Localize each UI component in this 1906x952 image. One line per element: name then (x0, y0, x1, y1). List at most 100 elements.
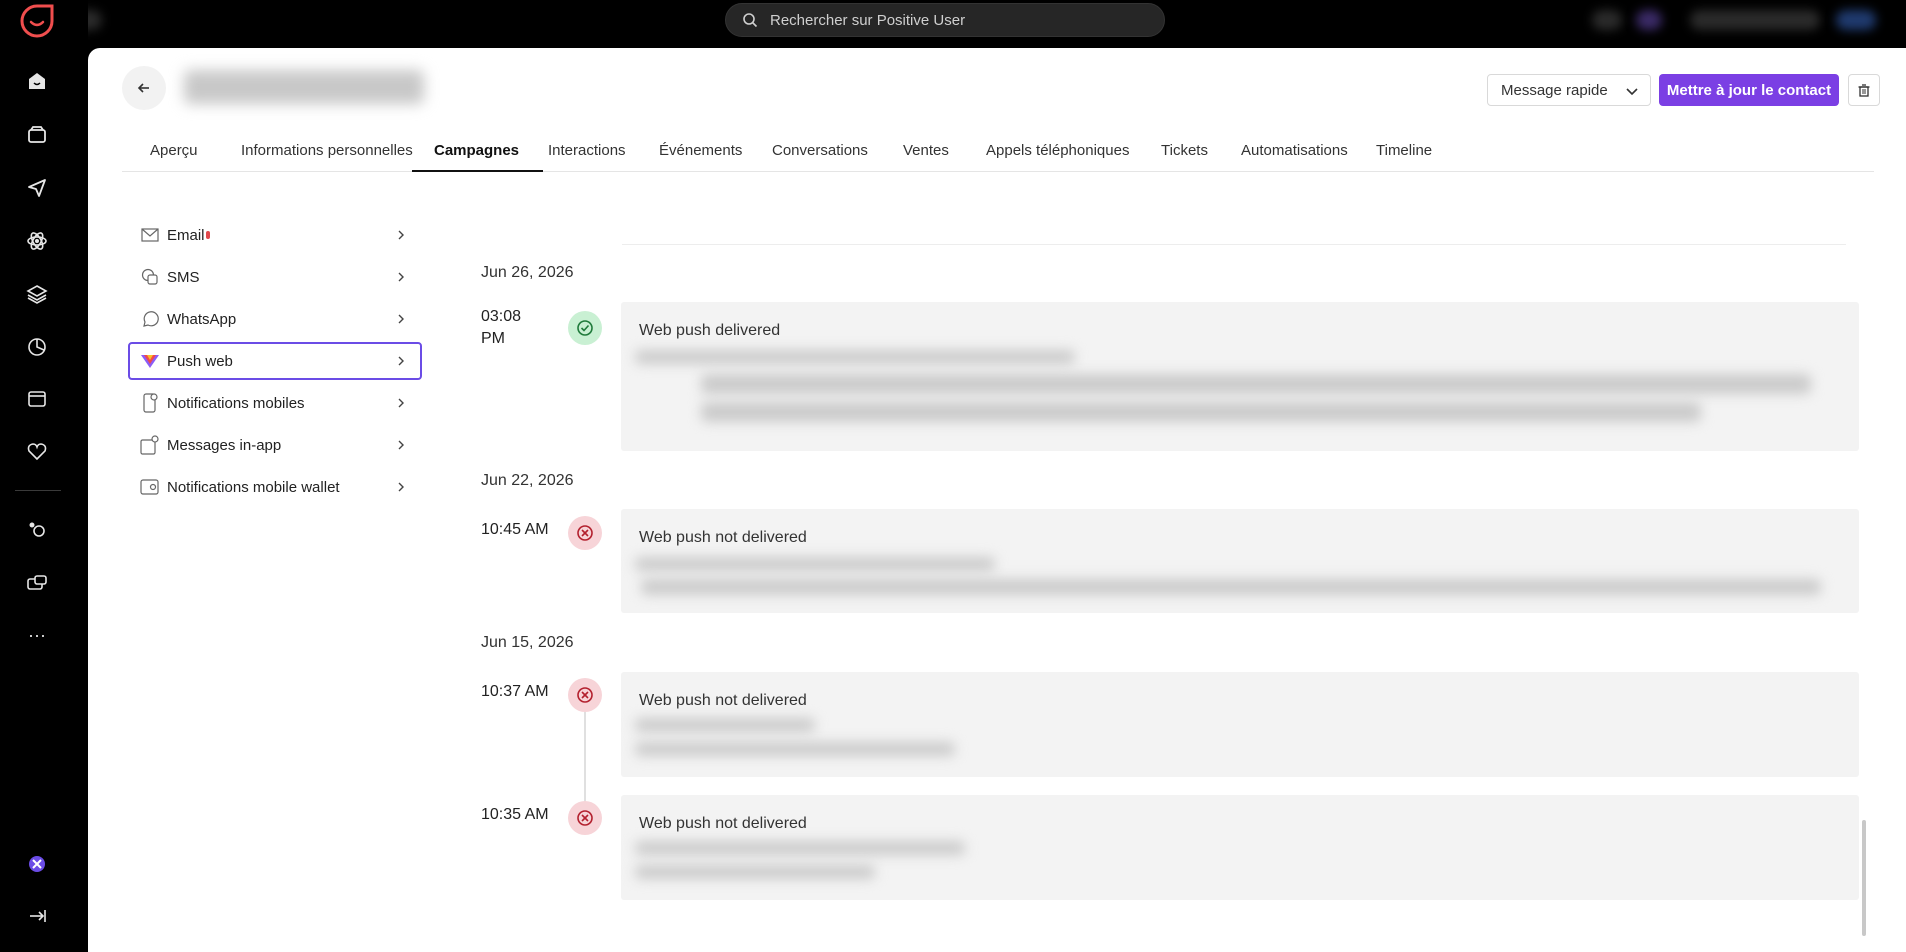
search-placeholder: Rechercher sur Positive User (770, 11, 966, 29)
event-title: Web push not delivered (639, 529, 807, 546)
chevron-right-icon (398, 314, 404, 324)
more-icon[interactable]: ··· (25, 623, 49, 647)
quick-message-label: Message rapide (1501, 81, 1608, 99)
x-circle-icon (577, 525, 593, 541)
channel-label: Messages in-app (167, 436, 282, 454)
timeline-date: Jun 22, 2026 (481, 472, 574, 489)
inbox-icon[interactable] (25, 123, 49, 147)
timeline-time: 10:45 AM (481, 521, 549, 538)
integrations-icon[interactable] (25, 518, 49, 542)
main-panel: Message rapide Mettre à jour le contact … (88, 48, 1906, 952)
channel-label: Notifications mobiles (167, 394, 305, 412)
tab-campagnes[interactable]: Campagnes (412, 130, 544, 172)
channel-whatsapp[interactable]: WhatsApp (128, 300, 422, 338)
layers-icon[interactable] (25, 282, 49, 306)
blurred-content (635, 742, 955, 756)
workspace-switcher-icon[interactable] (25, 852, 49, 876)
timeline-event-card[interactable]: Web push not delivered (621, 509, 1859, 613)
chevron-right-icon (398, 398, 404, 408)
chevron-right-icon (398, 482, 404, 492)
loyalty-tag-icon[interactable] (25, 439, 49, 463)
logout-icon[interactable] (25, 904, 49, 928)
channel-sms[interactable]: SMS (128, 258, 422, 296)
channel-label: Email (167, 226, 205, 244)
timeline-time: 10:35 AM (481, 806, 549, 823)
chevron-down-icon (1626, 88, 1638, 96)
channel-mobile-wallet[interactable]: Notifications mobile wallet (128, 468, 422, 506)
blurred-account-menu[interactable] (1690, 10, 1820, 30)
blurred-content (635, 557, 995, 571)
tab-ventes[interactable]: Ventes (893, 130, 959, 172)
channel-mobile-notifications[interactable]: Notifications mobiles (128, 384, 422, 422)
mail-icon (140, 225, 160, 245)
timeline-date: Jun 15, 2026 (481, 634, 574, 651)
event-title: Web push delivered (639, 322, 781, 339)
wallet-icon (140, 477, 160, 497)
blurred-content (701, 402, 1701, 422)
chevron-right-icon (398, 230, 404, 240)
browser-window-icon[interactable] (25, 387, 49, 411)
sidebar: ··· (0, 0, 88, 952)
blurred-header-control[interactable] (1636, 10, 1662, 30)
tab-apercu[interactable]: Aperçu (140, 130, 208, 172)
quick-message-dropdown[interactable]: Message rapide (1487, 74, 1651, 106)
blurred-content (635, 865, 875, 879)
timeline-connector (584, 712, 586, 804)
back-button[interactable] (122, 66, 166, 110)
global-search-bar[interactable]: Rechercher sur Positive User (725, 3, 1165, 37)
vertical-scrollbar[interactable] (1862, 820, 1866, 936)
tab-evenements[interactable]: Événements (649, 130, 752, 172)
tab-automatisations[interactable]: Automatisations (1231, 130, 1358, 172)
channel-list: Email SMS WhatsApp Push web Notification… (128, 216, 422, 510)
search-icon (743, 13, 758, 28)
contact-name-blurred (184, 70, 424, 104)
tab-tickets[interactable]: Tickets (1151, 130, 1218, 172)
channel-label: Notifications mobile wallet (167, 478, 340, 496)
arrow-left-icon (137, 83, 149, 93)
home-icon[interactable] (25, 69, 49, 93)
x-circle-icon (577, 810, 593, 826)
timeline-event-card[interactable]: Web push delivered (621, 302, 1859, 451)
tab-informations-personnelles[interactable]: Informations personnelles (231, 130, 423, 172)
channel-in-app-messages[interactable]: Messages in-app (128, 426, 422, 464)
event-title: Web push not delivered (639, 815, 807, 832)
update-contact-button[interactable]: Mettre à jour le contact (1659, 74, 1839, 106)
blurred-content (641, 579, 1821, 595)
channel-label: Push web (167, 352, 233, 370)
channel-label: WhatsApp (167, 310, 237, 328)
event-title: Web push not delivered (639, 692, 807, 709)
timeline-top-divider (622, 244, 1846, 245)
tab-interactions[interactable]: Interactions (538, 130, 636, 172)
timeline-date: Jun 26, 2026 (481, 264, 574, 281)
timeline-event-card[interactable]: Web push not delivered (621, 795, 1859, 900)
timeline-event-card[interactable]: Web push not delivered (621, 672, 1859, 777)
conversations-icon[interactable] (25, 572, 49, 596)
blurred-header-control[interactable] (1592, 10, 1622, 30)
channel-email[interactable]: Email (128, 216, 422, 254)
chevron-right-icon (398, 272, 404, 282)
analytics-icon[interactable] (25, 335, 49, 359)
tab-conversations[interactable]: Conversations (762, 130, 878, 172)
timeline-time: 03:08 PM (481, 308, 522, 347)
chevron-right-icon (398, 440, 404, 450)
tab-appels-telephoniques[interactable]: Appels téléphoniques (976, 130, 1139, 172)
top-bar: Rechercher sur Positive User (0, 0, 1906, 42)
automation-atom-icon[interactable] (25, 229, 49, 253)
blurred-content (635, 718, 815, 732)
blurred-content (635, 841, 965, 855)
delete-contact-button[interactable] (1848, 74, 1880, 106)
check-circle-icon (577, 320, 593, 336)
blurred-avatar[interactable] (1836, 10, 1876, 30)
blurred-content (701, 374, 1811, 394)
unread-indicator (205, 231, 210, 239)
contact-tabs: Aperçu Informations personnelles Campagn… (122, 130, 1874, 172)
brand-logo-icon[interactable] (19, 3, 55, 39)
status-not-delivered (568, 678, 602, 712)
tab-timeline[interactable]: Timeline (1366, 130, 1442, 172)
blurred-content (635, 350, 1075, 364)
whatsapp-icon (140, 309, 160, 329)
channel-push-web[interactable]: Push web (128, 342, 422, 380)
sidebar-divider (15, 490, 61, 491)
campaigns-send-icon[interactable] (25, 176, 49, 200)
status-not-delivered (568, 516, 602, 550)
